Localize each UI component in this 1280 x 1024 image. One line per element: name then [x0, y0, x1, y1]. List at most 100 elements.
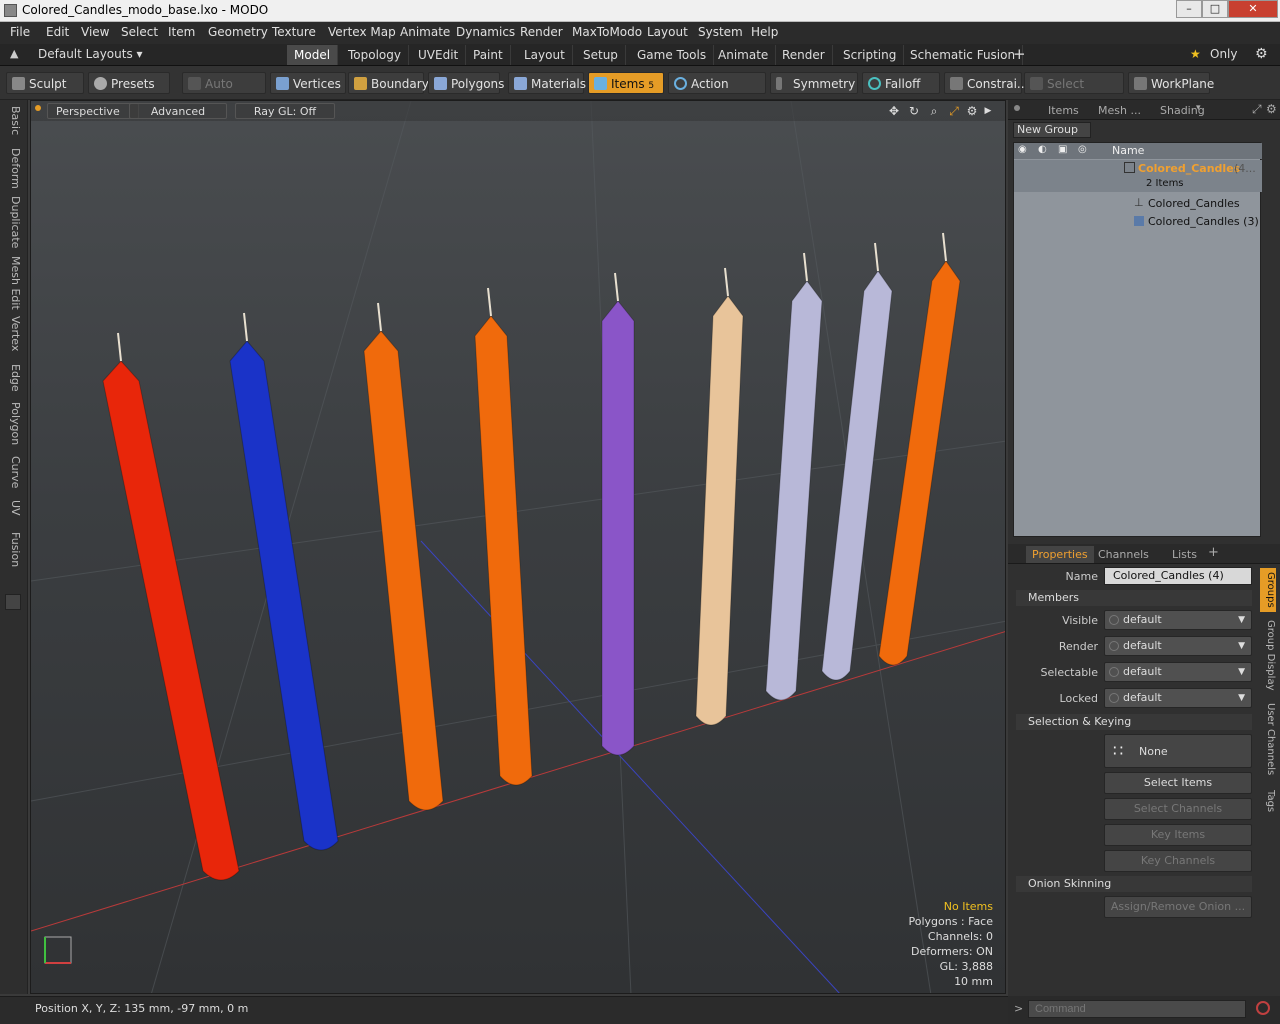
symmetry-button[interactable]: Symmetry: [770, 72, 858, 94]
select-channels-button[interactable]: Select Channels: [1104, 798, 1252, 820]
candle[interactable]: [878, 260, 961, 666]
sidetab-user-channels[interactable]: User Channels: [1260, 700, 1276, 778]
tab-paint[interactable]: Paint: [466, 45, 511, 65]
tab-shading[interactable]: Shading: [1154, 102, 1211, 119]
menu-animate[interactable]: Animate: [400, 25, 450, 39]
tab-animate[interactable]: Animate: [711, 45, 777, 65]
workplane-button[interactable]: WorkPlane: [1128, 72, 1214, 94]
render-icon[interactable]: ◐: [1038, 144, 1047, 155]
sculpt-button[interactable]: Sculpt: [6, 72, 84, 94]
viewport-gear-icon[interactable]: ⚙: [965, 104, 979, 118]
viewport-dot-icon[interactable]: [35, 105, 41, 111]
items-button[interactable]: Items 5: [588, 72, 664, 94]
menu-texture[interactable]: Texture: [272, 25, 316, 39]
minimize-button[interactable]: –: [1176, 0, 1202, 18]
menu-item[interactable]: Item: [168, 25, 195, 39]
menu-render[interactable]: Render: [520, 25, 563, 39]
menu-view[interactable]: View: [81, 25, 109, 39]
auto-select-button[interactable]: Auto Select: [182, 72, 266, 113]
menu-system[interactable]: System: [698, 25, 743, 39]
add-properties-tab-button[interactable]: +: [1208, 545, 1219, 560]
menu-edit[interactable]: Edit: [46, 25, 69, 39]
boundary-button[interactable]: Boundary: [348, 72, 429, 94]
tab-render[interactable]: Render: [775, 45, 833, 65]
vtab-polygon[interactable]: Polygon: [4, 402, 22, 445]
key-channels-button[interactable]: Key Channels: [1104, 850, 1252, 872]
falloff-button[interactable]: Falloff: [862, 72, 940, 94]
sidetab-group-display[interactable]: Group Display: [1260, 618, 1276, 692]
vtab-deform[interactable]: Deform: [4, 148, 22, 189]
candle[interactable]: [474, 315, 533, 786]
menu-help[interactable]: Help: [751, 25, 778, 39]
maximize-button[interactable]: □: [1202, 0, 1228, 18]
menu-maxtomodo[interactable]: MaxToModo: [572, 25, 642, 39]
3d-viewport[interactable]: Perspective Advanced Ray GL: Off ✥ ↻ ⌕ ⤢…: [30, 100, 1006, 994]
vtab-edge[interactable]: Edge: [4, 364, 22, 392]
select-items-button[interactable]: Select Items: [1104, 772, 1252, 794]
tab-topology[interactable]: Topology: [341, 45, 409, 65]
zoom-view-icon[interactable]: ⌕: [927, 104, 941, 118]
selection-set-button[interactable]: ∷ None: [1104, 734, 1252, 768]
tab-model[interactable]: Model: [287, 45, 339, 65]
tab-schematic-fusion[interactable]: Schematic Fusion: [903, 45, 1024, 65]
name-field[interactable]: Colored_Candles (4): [1104, 567, 1252, 585]
constraints-button[interactable]: Constrai...: [944, 72, 1028, 94]
record-icon[interactable]: [1256, 1001, 1270, 1015]
onion-skinning-section[interactable]: Onion Skinning: [1016, 876, 1252, 892]
add-tab-button[interactable]: +: [1013, 45, 1026, 63]
expand-tabs-button[interactable]: [5, 594, 21, 610]
vtab-basic[interactable]: Basic: [4, 106, 22, 135]
default-layouts-dropdown[interactable]: Default Layouts ▾: [38, 47, 143, 61]
menu-select[interactable]: Select: [121, 25, 158, 39]
candle[interactable]: [229, 340, 339, 851]
menu-dynamics[interactable]: Dynamics: [456, 25, 515, 39]
tab-scripting[interactable]: Scripting: [836, 45, 905, 65]
command-input[interactable]: [1028, 1000, 1246, 1018]
tab-lists[interactable]: Lists: [1166, 546, 1203, 563]
candle[interactable]: [363, 330, 444, 811]
layout-arrow-icon[interactable]: ▲: [10, 47, 18, 60]
move-view-icon[interactable]: ✥: [887, 104, 901, 118]
select-through-button[interactable]: Select Through: [1024, 72, 1124, 113]
only-toggle[interactable]: Only: [1210, 47, 1238, 61]
item-row-mesh[interactable]: Colored_Candles (3): [1014, 213, 1262, 231]
tab-uvedit[interactable]: UVEdit: [411, 45, 467, 65]
sidetab-groups[interactable]: Groups: [1260, 568, 1276, 612]
rotate-view-icon[interactable]: ↻: [907, 104, 921, 118]
materials-button[interactable]: Materials: [508, 72, 586, 94]
members-section[interactable]: Members: [1016, 590, 1252, 606]
sidetab-tags[interactable]: Tags: [1260, 786, 1276, 816]
tabs-dropdown-icon[interactable]: ▾: [1196, 103, 1201, 113]
visible-dropdown[interactable]: default ▼: [1104, 610, 1252, 630]
candle[interactable]: [102, 360, 240, 881]
vertices-button[interactable]: Vertices 1: [270, 72, 346, 113]
tab-properties[interactable]: Properties: [1026, 546, 1094, 563]
tab-layout[interactable]: Layout: [517, 45, 573, 65]
gear-icon[interactable]: ⚙: [1255, 46, 1268, 62]
assign-remove-onion-button[interactable]: Assign/Remove Onion ...: [1104, 896, 1252, 918]
vtab-mesh-edit[interactable]: Mesh Edit: [4, 256, 22, 310]
polygons-button[interactable]: Polygons: [428, 72, 504, 94]
selection-keying-section[interactable]: Selection & Keying: [1016, 714, 1252, 730]
vtab-duplicate[interactable]: Duplicate: [4, 196, 22, 248]
render-dropdown[interactable]: default ▼: [1104, 636, 1252, 656]
item-row-locator[interactable]: ⊥ Colored_Candles: [1014, 195, 1262, 213]
maximize-view-icon[interactable]: ⤢: [947, 104, 961, 118]
select-icon[interactable]: ◎: [1078, 144, 1087, 155]
menu-geometry[interactable]: Geometry: [208, 25, 268, 39]
tab-mesh[interactable]: Mesh ...: [1092, 102, 1147, 119]
new-group-button[interactable]: New Group: [1013, 122, 1091, 138]
column-name[interactable]: Name: [1112, 144, 1144, 157]
menu-file[interactable]: File: [10, 25, 30, 39]
visibility-eye-icon[interactable]: ◉: [1018, 144, 1027, 155]
vtab-vertex[interactable]: Vertex: [4, 316, 22, 351]
locked-dropdown[interactable]: default ▼: [1104, 688, 1252, 708]
raygl-toggle[interactable]: Ray GL: Off: [235, 103, 335, 119]
selectable-dropdown[interactable]: default ▼: [1104, 662, 1252, 682]
menu-layout[interactable]: Layout: [647, 25, 688, 39]
vtab-uv[interactable]: UV: [4, 500, 22, 516]
candle[interactable]: [821, 270, 893, 681]
panel-gear-icon[interactable]: ⚙: [1266, 102, 1277, 116]
tab-game-tools[interactable]: Game Tools: [630, 45, 715, 65]
panel-dot-icon[interactable]: [1014, 105, 1020, 111]
